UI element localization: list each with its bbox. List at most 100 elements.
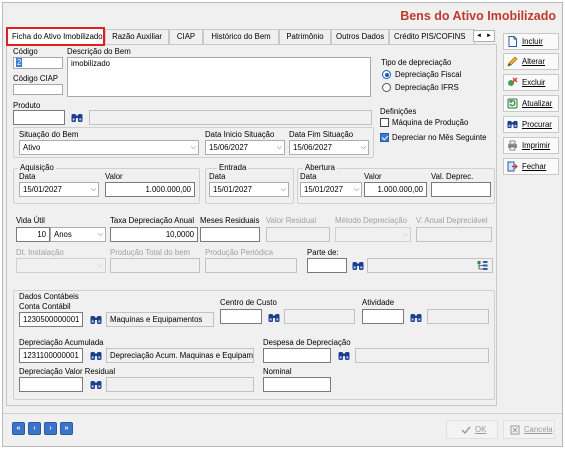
situacao-value: Ativo	[23, 143, 41, 152]
depreciar-mes-seguinte-checkbox[interactable]	[380, 133, 389, 142]
maquina-producao-checkbox[interactable]	[380, 118, 389, 127]
tab-historico-bem[interactable]: Histórico do Bem	[203, 29, 279, 45]
radio-depreciacao-fiscal[interactable]	[382, 70, 391, 79]
chevron-down-icon: ⌵	[97, 231, 103, 238]
radio-depreciacao-ifrs-label: Depreciação IFRS	[395, 83, 459, 92]
centro-custo-label: Centro de Custo	[220, 298, 277, 307]
binoculars-icon	[507, 120, 518, 129]
tab-ficha-ativo[interactable]: Ficha do Ativo Imobilizado	[6, 27, 105, 46]
atividade-search-binoculars-icon[interactable]	[410, 313, 422, 323]
produto-code-field[interactable]	[13, 110, 65, 125]
tab-outros-dados[interactable]: Outros Dados	[331, 29, 389, 45]
tab-patrimonio[interactable]: Patrimônio	[279, 29, 331, 45]
despesa-depreciacao-desc-field	[355, 348, 489, 363]
fechar-button[interactable]: Fechar	[503, 158, 559, 175]
dep-acumulada-code-field[interactable]: 1231100000001	[19, 348, 83, 363]
conta-contabil-label: Conta Contábil	[19, 302, 71, 311]
maquina-producao-label: Máquina de Produção	[392, 118, 469, 127]
tab-razao-auxiliar[interactable]: Razão Auxiliar	[105, 29, 169, 45]
dep-acumulada-search-binoculars-icon[interactable]	[90, 351, 102, 361]
procurar-button[interactable]: Procurar	[503, 116, 559, 133]
situacao-select[interactable]: Ativo ⌵	[19, 140, 199, 155]
entrada-title: Entrada	[217, 163, 249, 172]
depreciar-mes-seguinte-label: Depreciar no Mês Seguinte	[392, 133, 487, 142]
v-anual-depreciavel-label: V. Anual Depreciável	[416, 216, 488, 225]
tree-view-icon[interactable]	[477, 260, 488, 271]
tab-scroll-left-button[interactable]: ◄	[474, 31, 484, 41]
ok-label: OK	[475, 425, 487, 434]
abertura-valor-field[interactable]: 1.000.000,00	[364, 182, 427, 197]
abertura-data-label: Data	[300, 172, 317, 181]
abertura-data-picker[interactable]: 15/01/2027 ⌵	[300, 182, 362, 197]
codigo-ciap-field[interactable]	[13, 84, 63, 95]
valor-residual-field	[266, 227, 330, 242]
cancela-label: Cancela	[524, 425, 553, 434]
parte-de-search-binoculars-icon[interactable]	[352, 261, 364, 271]
conta-contabil-code-field[interactable]: 1230500000001	[19, 312, 83, 327]
dep-valor-residual-search-binoculars-icon[interactable]	[90, 380, 102, 390]
meses-residuais-field[interactable]	[200, 227, 260, 242]
abertura-val-deprec-field[interactable]	[431, 182, 491, 197]
abertura-data-value: 15/01/2027	[304, 185, 344, 194]
checkmark-icon	[461, 426, 471, 434]
alterar-button[interactable]: Alterar	[503, 53, 559, 70]
next-record-button[interactable]: ›	[44, 422, 57, 435]
parte-de-label: Parte de:	[307, 248, 339, 257]
descricao-label: Descrição do Bem	[67, 47, 131, 56]
atividade-code-field[interactable]	[362, 309, 404, 324]
data-fim-situacao-picker[interactable]: 15/06/2027 ⌵	[289, 140, 369, 155]
atualizar-button[interactable]: Atualizar	[503, 95, 559, 112]
fechar-label: Fechar	[522, 162, 547, 171]
refresh-icon	[507, 98, 518, 109]
ok-button[interactable]: OK	[446, 420, 498, 439]
previous-record-button[interactable]: ‹	[28, 422, 41, 435]
centro-custo-search-binoculars-icon[interactable]	[268, 313, 280, 323]
entrada-data-value: 15/01/2027	[213, 185, 253, 194]
title-bar: Bens do Ativo Imobilizado	[3, 3, 562, 29]
conta-contabil-search-binoculars-icon[interactable]	[90, 315, 102, 325]
cancela-button[interactable]: Cancela	[503, 420, 555, 439]
incluir-button[interactable]: Incluir	[503, 33, 559, 50]
tab-scroll-right-button[interactable]: ►	[484, 31, 494, 41]
taxa-depreciacao-field[interactable]: 10,0000	[110, 227, 198, 242]
entrada-data-picker[interactable]: 15/01/2027 ⌵	[209, 182, 289, 197]
codigo-value: 2	[16, 58, 23, 67]
codigo-label: Código	[13, 47, 38, 56]
data-inicio-situacao-label: Data Inicio Situação	[205, 130, 275, 139]
centro-custo-desc-field	[284, 309, 355, 324]
tab-ciap[interactable]: CIAP	[169, 29, 203, 45]
imprimir-button[interactable]: Imprimir	[503, 137, 559, 154]
tab-credito-pis-cofins[interactable]: Crédito PIS/COFINS	[389, 29, 475, 45]
despesa-depreciacao-search-binoculars-icon[interactable]	[338, 351, 350, 361]
parte-de-code-field[interactable]	[307, 258, 347, 273]
aquisicao-data-picker[interactable]: 15/01/2027 ⌵	[19, 182, 99, 197]
last-record-button[interactable]: »	[60, 422, 73, 435]
descricao-field[interactable]: imobilizado	[67, 57, 371, 97]
nominal-field[interactable]	[263, 377, 331, 392]
radio-depreciacao-ifrs[interactable]	[382, 83, 391, 92]
taxa-depreciacao-label: Taxa Depreciação Anual	[110, 216, 195, 225]
nominal-label: Nominal	[263, 367, 292, 376]
metodo-depreciacao-select: ⌵	[335, 227, 411, 242]
chevron-down-icon: ⌵	[402, 231, 408, 238]
dep-valor-residual-code-field[interactable]	[19, 377, 83, 392]
produto-search-binoculars-icon[interactable]	[71, 113, 83, 123]
procurar-label: Procurar	[522, 120, 552, 129]
chevron-down-icon: ⌵	[97, 262, 103, 269]
aquisicao-valor-field[interactable]: 1.000.000,00	[105, 182, 195, 197]
entrada-data-label: Data	[209, 172, 226, 181]
excluir-button[interactable]: Excluir	[503, 74, 559, 91]
data-inicio-situacao-picker[interactable]: 15/06/2027 ⌵	[205, 140, 285, 155]
aquisicao-data-value: 15/01/2027	[23, 185, 63, 194]
vida-util-unit-select[interactable]: Anos ⌵	[50, 227, 106, 242]
aquisicao-data-label: Data	[19, 172, 36, 181]
chevron-down-icon: ⌵	[190, 144, 196, 151]
first-record-button[interactable]: «	[12, 422, 25, 435]
definicoes-label: Definições	[380, 107, 417, 116]
despesa-depreciacao-code-field[interactable]	[263, 348, 331, 363]
radio-depreciacao-fiscal-label: Depreciação Fiscal	[395, 70, 462, 79]
vida-util-field[interactable]: 10	[16, 227, 50, 242]
centro-custo-code-field[interactable]	[220, 309, 262, 324]
codigo-field[interactable]: 2	[13, 57, 63, 69]
vida-util-unit-value: Anos	[54, 230, 72, 239]
